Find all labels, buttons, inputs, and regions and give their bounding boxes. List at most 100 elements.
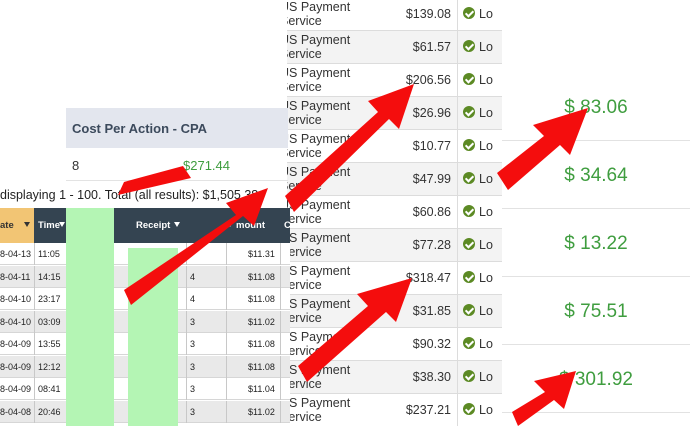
- divider: [34, 265, 35, 288]
- payment-amount: $60.86: [412, 205, 451, 219]
- divider: [226, 355, 227, 378]
- amount-value: $ 75.51: [564, 301, 628, 322]
- payment-description: US Payment Service: [287, 165, 351, 193]
- payment-amount: $237.21: [405, 403, 451, 417]
- payment-row[interactable]: US Payment Service $10.77 Lo: [287, 130, 502, 163]
- cell-time: 23:17: [38, 294, 61, 304]
- amounts-panel: $ 83.06 $ 34.64 $ 13.22 $ 75.51 $ 301.92: [502, 73, 690, 426]
- divider: [186, 355, 187, 378]
- column-header-amount[interactable]: mount: [236, 220, 265, 231]
- column-header-date[interactable]: ate: [0, 208, 34, 243]
- cpa-amount: $271.44: [183, 158, 230, 173]
- cell-time: 08:41: [38, 384, 61, 394]
- divider: [34, 288, 35, 310]
- amount-value: $ 301.92: [559, 369, 633, 390]
- payment-row[interactable]: US Payment Service $237.21 Lo: [287, 394, 502, 426]
- payment-amount: $38.30: [412, 370, 451, 384]
- divider: [457, 31, 458, 64]
- cell-qty: 3: [190, 406, 196, 417]
- cell-amount: $11.04: [248, 384, 275, 394]
- cell-time: 13:55: [38, 339, 61, 349]
- amount-row: $ 301.92: [502, 345, 690, 413]
- divider: [66, 180, 288, 181]
- payment-status: Lo: [479, 238, 493, 252]
- divider: [34, 378, 35, 400]
- cell-amount: $11.31: [248, 249, 275, 259]
- payment-description: US Payment Service: [287, 297, 351, 325]
- payment-amount: $206.56: [405, 73, 451, 87]
- divider: [457, 295, 458, 328]
- payment-row[interactable]: US Payment Service $47.99 Lo: [287, 163, 502, 196]
- payment-row[interactable]: US Payment Service $61.57 Lo: [287, 31, 502, 64]
- payment-status: Lo: [479, 172, 493, 186]
- payment-row[interactable]: US Payment Service $318.47 Lo: [287, 262, 502, 295]
- payment-status: Lo: [479, 271, 493, 285]
- check-circle-icon: [463, 7, 475, 19]
- cell-amount: $11.08: [248, 361, 275, 372]
- cell-time: 14:15: [38, 271, 61, 282]
- divider: [457, 361, 458, 394]
- cell-date: 8-04-10: [0, 294, 32, 304]
- cell-time: 03:09: [38, 316, 61, 327]
- payment-row[interactable]: US Payment Service $38.30 Lo: [287, 361, 502, 394]
- cell-amount: $11.08: [248, 271, 275, 282]
- payment-row[interactable]: US Payment Service $90.32 Lo: [287, 328, 502, 361]
- payment-row[interactable]: US Payment Service $26.96 Lo: [287, 97, 502, 130]
- column-header-extra[interactable]: C: [284, 220, 290, 231]
- payment-status: Lo: [479, 139, 493, 153]
- divider: [457, 196, 458, 229]
- payment-row[interactable]: US Payment Service $206.56 Lo: [287, 64, 502, 97]
- divider: [186, 400, 187, 423]
- payment-amount: $10.77: [412, 139, 451, 153]
- payment-amount: $26.96: [412, 106, 451, 120]
- results-summary: displaying 1 - 100. Total (all results):…: [0, 188, 259, 202]
- column-header-receipt[interactable]: Receipt: [136, 220, 170, 231]
- divider: [186, 333, 187, 355]
- payment-status: Lo: [479, 40, 493, 54]
- cell-date: 8-04-09: [0, 384, 32, 394]
- payment-description: US Payment Service: [287, 330, 351, 358]
- payment-row[interactable]: US Payment Service $139.08 Lo: [287, 0, 502, 31]
- payment-description: US Payment Service: [287, 396, 351, 424]
- check-circle-icon: [463, 205, 475, 217]
- payment-description: US Payment Service: [287, 0, 351, 28]
- divider: [226, 400, 227, 423]
- divider: [280, 333, 281, 355]
- cell-date: 8-04-08: [0, 406, 32, 417]
- payment-row[interactable]: US Payment Service $31.85 Lo: [287, 295, 502, 328]
- cell-qty: 4: [190, 294, 196, 304]
- payment-amount: $318.47: [405, 271, 451, 285]
- payment-row[interactable]: US Payment Service $60.86 Lo: [287, 196, 502, 229]
- divider: [226, 288, 227, 310]
- payment-description: US Payment Service: [287, 363, 351, 391]
- cpa-title: Cost Per Action - CPA: [72, 121, 208, 136]
- payment-status: Lo: [479, 7, 493, 21]
- amount-row: $ 13.22: [502, 209, 690, 277]
- divider: [457, 97, 458, 130]
- payment-status: Lo: [479, 205, 493, 219]
- payment-amount: $77.28: [412, 238, 451, 252]
- grid-header: ate Time Receipt mount C: [0, 208, 290, 243]
- payment-status: Lo: [479, 337, 493, 351]
- divider: [186, 265, 187, 288]
- payments-list: US Payment Service$139.08LoUS Payment Se…: [287, 0, 502, 426]
- cell-amount: $11.08: [248, 294, 275, 304]
- divider: [280, 243, 281, 265]
- orders-grid: ate Time Receipt mount C 8-04-13 11:05 $11…: [0, 208, 290, 426]
- divider: [280, 265, 281, 288]
- payment-row[interactable]: US Payment Service $77.28 Lo: [287, 229, 502, 262]
- cell-qty: 3: [190, 384, 196, 394]
- sort-icon: [174, 222, 180, 227]
- divider: [280, 378, 281, 400]
- divider: [457, 328, 458, 361]
- check-circle-icon: [463, 139, 475, 151]
- divider: [457, 64, 458, 97]
- divider: [457, 394, 458, 426]
- divider: [457, 229, 458, 262]
- cell-amount: $11.02: [248, 316, 275, 327]
- sort-icon: [24, 222, 30, 227]
- cell-date: 8-04-10: [0, 316, 32, 327]
- column-header-time[interactable]: Time: [38, 220, 60, 231]
- payment-amount: $139.08: [405, 7, 451, 21]
- cell-time: 20:46: [38, 406, 61, 417]
